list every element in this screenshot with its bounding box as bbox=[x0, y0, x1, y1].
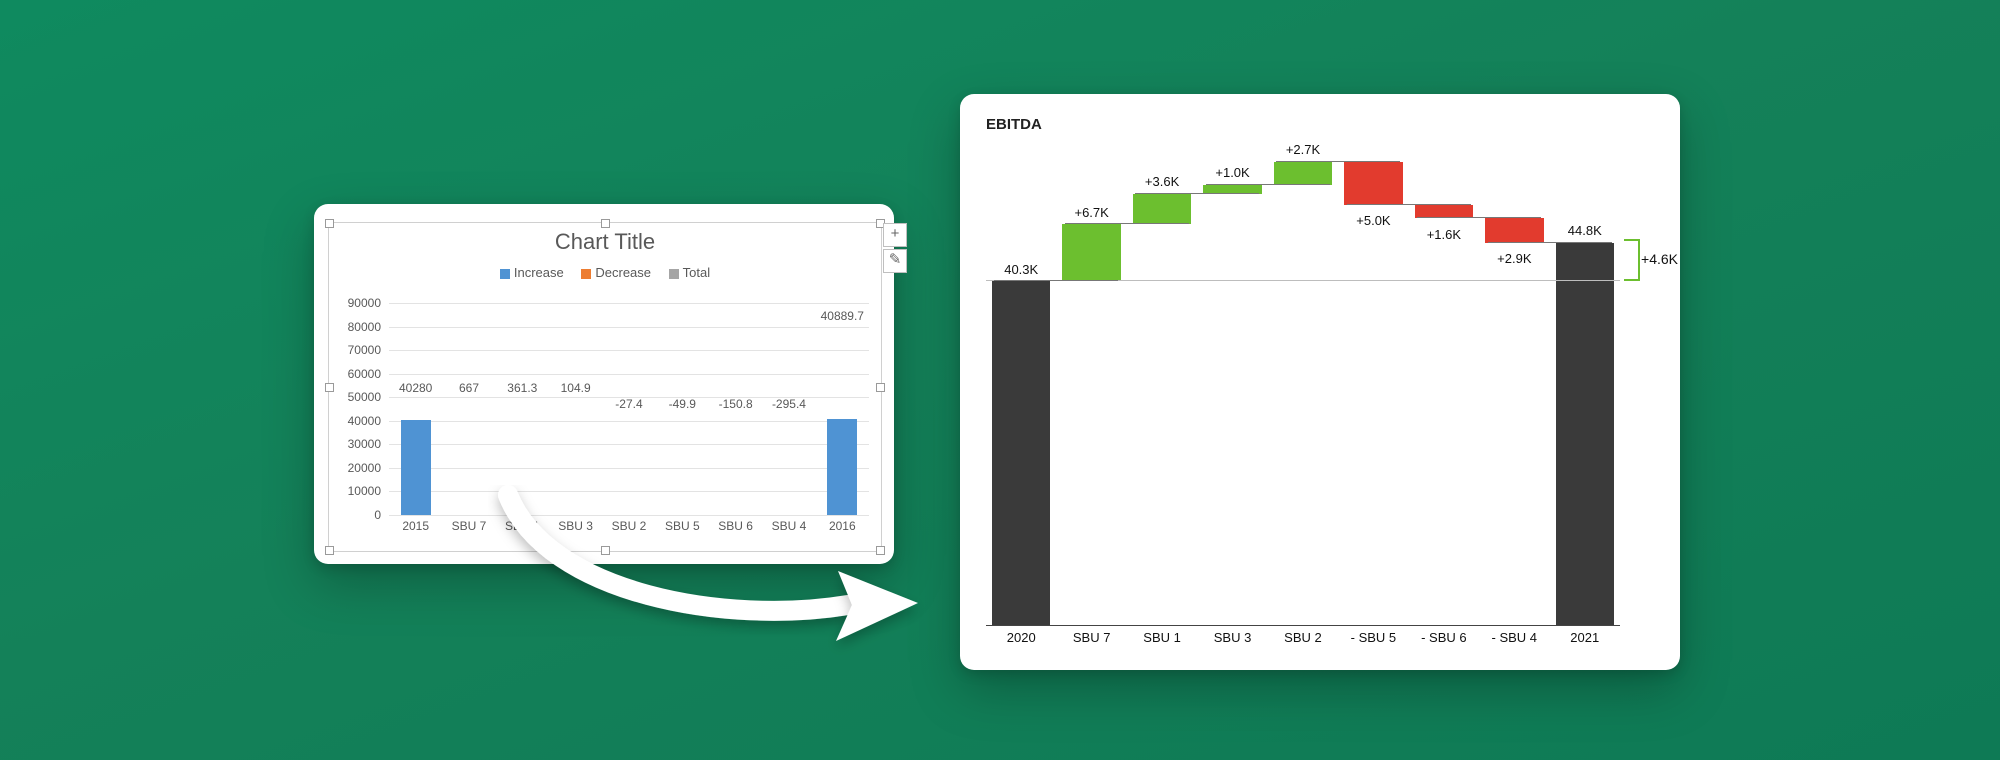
transform-arrow-icon bbox=[488, 485, 928, 655]
plot-area bbox=[389, 303, 869, 515]
y-axis: 0100002000030000400005000060000700008000… bbox=[329, 303, 385, 515]
chart-add-element-button[interactable]: + bbox=[883, 223, 907, 247]
legend-label: Increase bbox=[514, 265, 564, 280]
legend-swatch-increase bbox=[500, 269, 510, 279]
legend-label: Total bbox=[683, 265, 710, 280]
resize-handle[interactable] bbox=[325, 546, 334, 555]
legend-swatch-total bbox=[669, 269, 679, 279]
legend-swatch-decrease bbox=[581, 269, 591, 279]
chart-legend: Increase Decrease Total bbox=[329, 265, 881, 280]
chart-title[interactable]: Chart Title bbox=[329, 229, 881, 255]
resize-handle[interactable] bbox=[601, 219, 610, 228]
resize-handle[interactable] bbox=[876, 383, 885, 392]
x-axis-labels: 2020SBU 7SBU 1SBU 3SBU 2- SBU 5- SBU 6- … bbox=[986, 630, 1620, 654]
chart-title: EBITDA bbox=[986, 116, 1654, 133]
legend-label: Decrease bbox=[595, 265, 651, 280]
resize-handle[interactable] bbox=[325, 219, 334, 228]
ebitda-chart-card: EBITDA 40.3K+6.7K+3.6K+1.0K+2.7K+5.0K+1.… bbox=[960, 94, 1680, 670]
chart-format-button[interactable]: ✎ bbox=[883, 249, 907, 273]
plot-area: 40.3K+6.7K+3.6K+1.0K+2.7K+5.0K+1.6K+2.9K… bbox=[986, 156, 1620, 626]
